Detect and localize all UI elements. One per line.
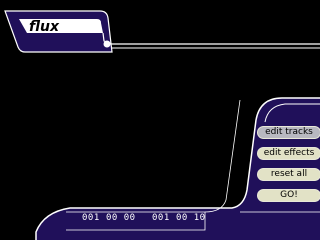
track-counter-1: 001 (82, 213, 100, 223)
title-indicator-dot (103, 40, 111, 48)
go-button[interactable]: GO! (257, 189, 320, 202)
app-title: flux (29, 19, 60, 35)
time-counter-1: 00 00 (106, 213, 136, 223)
frame-decoration (4, 10, 320, 240)
reset-all-button[interactable]: reset all (257, 168, 320, 181)
track-counter-2: 001 (152, 213, 170, 223)
edit-effects-button[interactable]: edit effects (257, 147, 320, 160)
time-counter-2: 00 10 (176, 213, 206, 223)
edit-tracks-button[interactable]: edit tracks (257, 126, 320, 139)
